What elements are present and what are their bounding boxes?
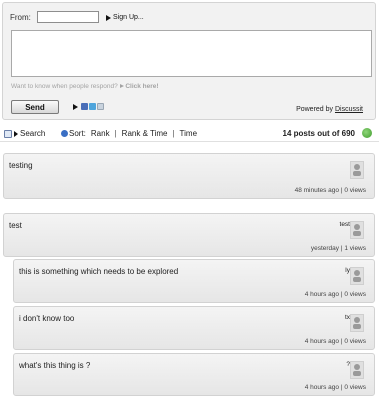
post-text: testing (9, 161, 33, 170)
post-meta: 4 hours ago | 0 views (304, 291, 366, 298)
signup-link[interactable]: Sign Up... (106, 14, 144, 21)
post-meta: 4 hours ago | 0 views (304, 384, 366, 391)
comment-textarea[interactable] (11, 30, 372, 77)
post-author: test (339, 221, 350, 228)
sort-rank[interactable]: Rank (86, 129, 115, 138)
sort-controls: Sort: Rank | Rank & Time | Time (61, 129, 202, 138)
avatar-placeholder-icon (350, 161, 364, 179)
sort-rank-time[interactable]: Rank & Time (117, 129, 173, 138)
post-meta: 48 minutes ago | 0 views (294, 187, 366, 194)
arrow-right-icon (106, 14, 111, 21)
post-meta: yesterday | 1 views (310, 245, 366, 252)
avatar-placeholder-icon (350, 314, 364, 332)
from-label: From: (10, 13, 31, 22)
email-icon[interactable] (97, 103, 104, 110)
post-card: testing 48 minutes ago | 0 views (3, 153, 375, 199)
share-icons (73, 103, 104, 110)
post-text: what's this thing is ? (19, 361, 91, 370)
post-text: i don't know too (19, 314, 75, 323)
arrow-right-icon (14, 130, 18, 137)
avatar-placeholder-icon (350, 221, 364, 239)
from-input[interactable] (37, 11, 99, 23)
sort-label: Sort: (69, 129, 86, 138)
click-here-link[interactable]: Click here! (125, 83, 158, 90)
post-card: this is something which needs to be expl… (13, 259, 375, 303)
signup-label: Sign Up... (113, 14, 144, 21)
post-card: what's this thing is ? ? 4 hours ago | 0… (13, 353, 375, 396)
notify-text: Want to know when people respond? (11, 83, 118, 90)
info-icon (61, 130, 68, 137)
post-text: this is something which needs to be expl… (19, 267, 179, 276)
post-text: test (9, 221, 22, 230)
posts-count: 14 posts out of 690 (282, 129, 355, 138)
avatar-placeholder-icon (350, 267, 364, 285)
post-meta: 4 hours ago | 0 views (304, 338, 366, 345)
avatar-placeholder-icon (350, 361, 364, 379)
arrow-right-icon (119, 84, 124, 88)
sort-time[interactable]: Time (175, 129, 202, 138)
search-icon (4, 129, 12, 138)
search-button[interactable]: Search (4, 129, 45, 138)
post-card: i don't know too tx 4 hours ago | 0 view… (13, 306, 375, 350)
discussit-link[interactable]: Discussit (335, 106, 363, 113)
notify-prompt: Want to know when people respond? Click … (11, 83, 159, 90)
send-button[interactable]: Send (11, 100, 59, 114)
toolbar: Search Sort: Rank | Rank & Time | Time 1… (0, 126, 379, 142)
refresh-icon[interactable] (362, 128, 372, 138)
facebook-icon[interactable] (81, 103, 88, 110)
twitter-icon[interactable] (89, 103, 96, 110)
powered-prefix: Powered by (296, 106, 335, 113)
arrow-right-icon (73, 103, 78, 110)
powered-by: Powered by Discussit (296, 106, 363, 113)
post-card: test test yesterday | 1 views (3, 213, 375, 257)
comment-form: From: Sign Up... Want to know when peopl… (2, 2, 376, 120)
search-label: Search (20, 129, 46, 138)
